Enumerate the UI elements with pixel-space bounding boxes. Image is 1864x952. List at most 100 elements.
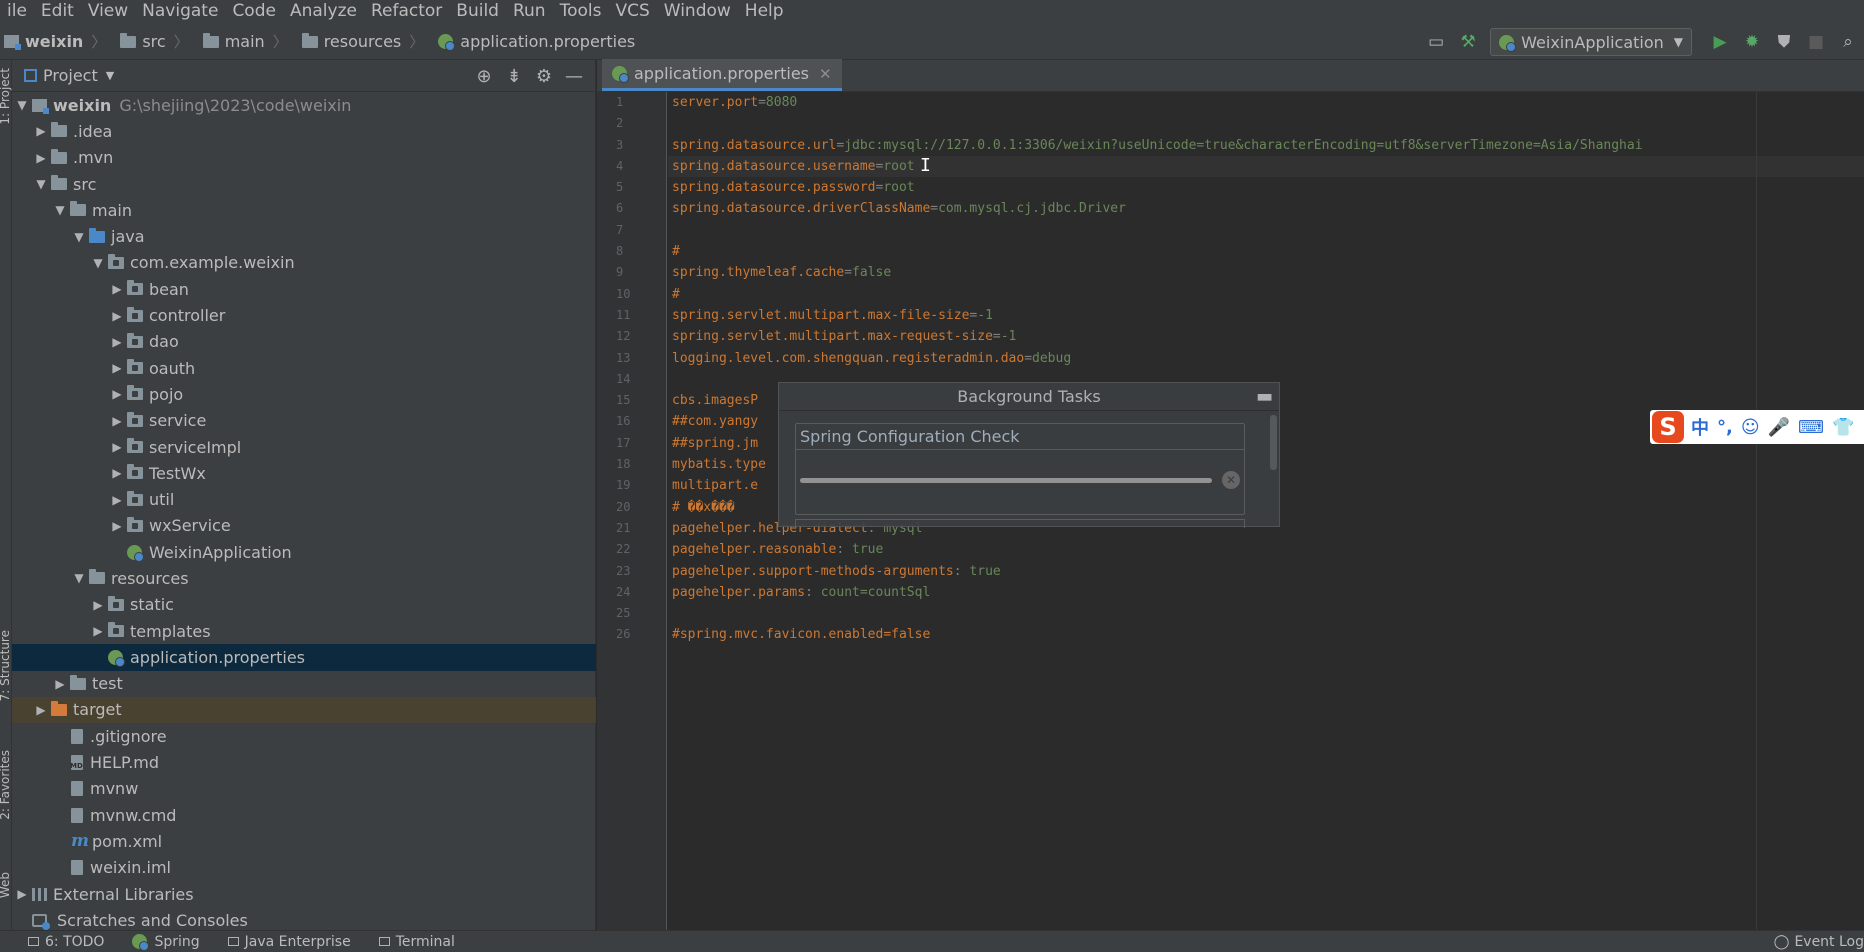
tree-node-resources[interactable]: ▼ resources: [12, 565, 596, 591]
ime-emoji-icon[interactable]: ☺: [1741, 417, 1760, 438]
menu-refactor[interactable]: Refactor: [364, 0, 449, 24]
stop-icon[interactable]: ■: [1802, 28, 1830, 56]
code-line[interactable]: pagehelper.reasonable: true: [668, 539, 1864, 560]
tree-node-static[interactable]: ▶ static: [12, 592, 596, 618]
search-icon[interactable]: ⌕: [1834, 28, 1862, 56]
tree-node-wxservice[interactable]: ▶ wxService: [12, 513, 596, 539]
code-line[interactable]: [668, 603, 1864, 624]
chevron-right-icon[interactable]: ▶: [107, 519, 127, 533]
chevron-down-icon[interactable]: ▼: [106, 69, 114, 82]
chevron-down-icon[interactable]: ▼: [88, 256, 108, 270]
chevron-right-icon[interactable]: ▶: [31, 124, 51, 138]
tree-node-pom-xml[interactable]: m pom.xml: [12, 828, 596, 854]
tree-node-help-md[interactable]: HELP.md: [12, 749, 596, 775]
menu-vcs[interactable]: VCS: [608, 0, 656, 24]
chevron-right-icon[interactable]: ▶: [107, 387, 127, 401]
hide-icon[interactable]: —: [559, 66, 589, 87]
collapse-all-icon[interactable]: ⇟: [499, 66, 529, 87]
chevron-right-icon[interactable]: ▶: [12, 887, 32, 901]
menu-edit[interactable]: Edit: [34, 0, 81, 24]
chevron-right-icon[interactable]: ▶: [31, 151, 51, 165]
terminal-tool-button[interactable]: Terminal: [378, 934, 455, 950]
menu-navigate[interactable]: Navigate: [135, 0, 225, 24]
tree-node-package[interactable]: ▼ com.example.weixin: [12, 250, 596, 276]
tree-node-application-properties[interactable]: application.properties: [12, 644, 596, 671]
debug-icon[interactable]: ✹: [1738, 28, 1766, 56]
chevron-right-icon[interactable]: ▶: [107, 493, 127, 507]
chevron-right-icon[interactable]: ▶: [107, 361, 127, 375]
menu-build[interactable]: Build: [449, 0, 506, 24]
breadcrumb-file[interactable]: application.properties: [434, 24, 639, 60]
sogou-logo[interactable]: S: [1652, 411, 1684, 443]
code-line[interactable]: #: [668, 241, 1864, 262]
code-line[interactable]: spring.datasource.password=root: [668, 177, 1864, 198]
ime-language-icon[interactable]: 中: [1691, 414, 1709, 440]
minimize-icon[interactable]: ▬: [1256, 383, 1273, 411]
chevron-right-icon[interactable]: ▶: [31, 703, 51, 717]
tree-node-src[interactable]: ▼ src: [12, 171, 596, 197]
code-line[interactable]: #spring.mvc.favicon.enabled=false: [668, 624, 1864, 645]
chevron-right-icon[interactable]: ▶: [107, 335, 127, 349]
tree-node-gitignore[interactable]: .gitignore: [12, 723, 596, 749]
terminal-toggle-icon[interactable]: ▭: [1422, 28, 1450, 56]
coverage-icon[interactable]: ⛊: [1770, 28, 1798, 56]
breadcrumb-resources[interactable]: resources 〉: [298, 24, 435, 60]
tree-node-templates[interactable]: ▶ templates: [12, 618, 596, 644]
code-line[interactable]: [668, 220, 1864, 241]
run-icon[interactable]: ▶: [1706, 28, 1734, 56]
menu-help[interactable]: Help: [738, 0, 791, 24]
run-configuration-select[interactable]: WeixinApplication ▼: [1490, 28, 1692, 56]
tree-node-oauth[interactable]: ▶ oauth: [12, 355, 596, 381]
java-enterprise-tool-button[interactable]: Java Enterprise: [227, 934, 351, 950]
tree-node-service[interactable]: ▶ service: [12, 408, 596, 434]
code-line[interactable]: #: [668, 284, 1864, 305]
tree-node-main[interactable]: ▼ main: [12, 197, 596, 223]
event-log-button[interactable]: ◯ Event Log: [1774, 931, 1864, 952]
spring-tool-button[interactable]: Spring: [132, 934, 200, 951]
tree-node-testwx[interactable]: ▶ TestWx: [12, 460, 596, 486]
breadcrumb-src[interactable]: src 〉: [116, 24, 198, 60]
tree-node-test[interactable]: ▶ test: [12, 671, 596, 697]
chevron-right-icon[interactable]: ▶: [88, 598, 108, 612]
code-line[interactable]: [668, 113, 1864, 134]
tree-node-target[interactable]: ▶ target: [12, 696, 596, 724]
ime-punctuation-icon[interactable]: °,: [1717, 417, 1733, 438]
code-line[interactable]: logging.level.com.shengquan.registeradmi…: [668, 348, 1864, 369]
code-line[interactable]: spring.servlet.multipart.max-request-siz…: [668, 326, 1864, 347]
tree-node-pojo[interactable]: ▶ pojo: [12, 381, 596, 407]
chevron-down-icon[interactable]: ▼: [69, 571, 89, 585]
code-line[interactable]: pagehelper.params: count=countSql: [668, 582, 1864, 603]
code-line[interactable]: spring.thymeleaf.cache=false: [668, 262, 1864, 283]
chevron-down-icon[interactable]: ▼: [12, 98, 32, 112]
build-hammer-icon[interactable]: ⚒: [1454, 28, 1482, 56]
chevron-right-icon[interactable]: ▶: [107, 282, 127, 296]
menu-tools[interactable]: Tools: [553, 0, 609, 24]
todo-tool-button[interactable]: 6: TODO: [28, 934, 104, 950]
chevron-down-icon[interactable]: ▼: [31, 177, 51, 191]
code-line[interactable]: spring.datasource.driverClassName=com.my…: [668, 198, 1864, 219]
chevron-right-icon[interactable]: ▶: [50, 677, 70, 691]
tool-window-favorites[interactable]: 2: Favorites: [0, 750, 12, 820]
tree-node-external-libraries[interactable]: ▶ External Libraries: [12, 881, 596, 907]
tree-node-util[interactable]: ▶ util: [12, 486, 596, 512]
ime-microphone-icon[interactable]: 🎤: [1768, 417, 1790, 438]
code-line[interactable]: pagehelper.support-methods-arguments: tr…: [668, 561, 1864, 582]
chevron-down-icon[interactable]: ▼: [50, 203, 70, 217]
code-line[interactable]: server.port=8080: [668, 92, 1864, 113]
editor-tab-application-properties[interactable]: application.properties ✕: [602, 59, 842, 91]
breadcrumb-main[interactable]: main 〉: [199, 24, 298, 60]
tool-window-project[interactable]: 1: Project: [0, 68, 12, 125]
tree-node-controller[interactable]: ▶ controller: [12, 302, 596, 328]
tree-node-weixin-iml[interactable]: weixin.iml: [12, 855, 596, 881]
close-icon[interactable]: ✕: [819, 65, 832, 83]
menu-file[interactable]: ile: [0, 0, 34, 24]
ime-keyboard-icon[interactable]: ⌨: [1798, 417, 1824, 438]
code-line[interactable]: spring.datasource.url=jdbc:mysql://127.0…: [668, 135, 1864, 156]
code-line[interactable]: spring.servlet.multipart.max-file-size=-…: [668, 305, 1864, 326]
menu-view[interactable]: View: [81, 0, 135, 24]
chevron-right-icon[interactable]: ▶: [88, 624, 108, 638]
menu-window[interactable]: Window: [657, 0, 738, 24]
cancel-task-icon[interactable]: ✕: [1222, 471, 1240, 489]
tree-node-mvn[interactable]: ▶ .mvn: [12, 145, 596, 171]
breadcrumb-project[interactable]: weixin 〉: [0, 24, 116, 60]
